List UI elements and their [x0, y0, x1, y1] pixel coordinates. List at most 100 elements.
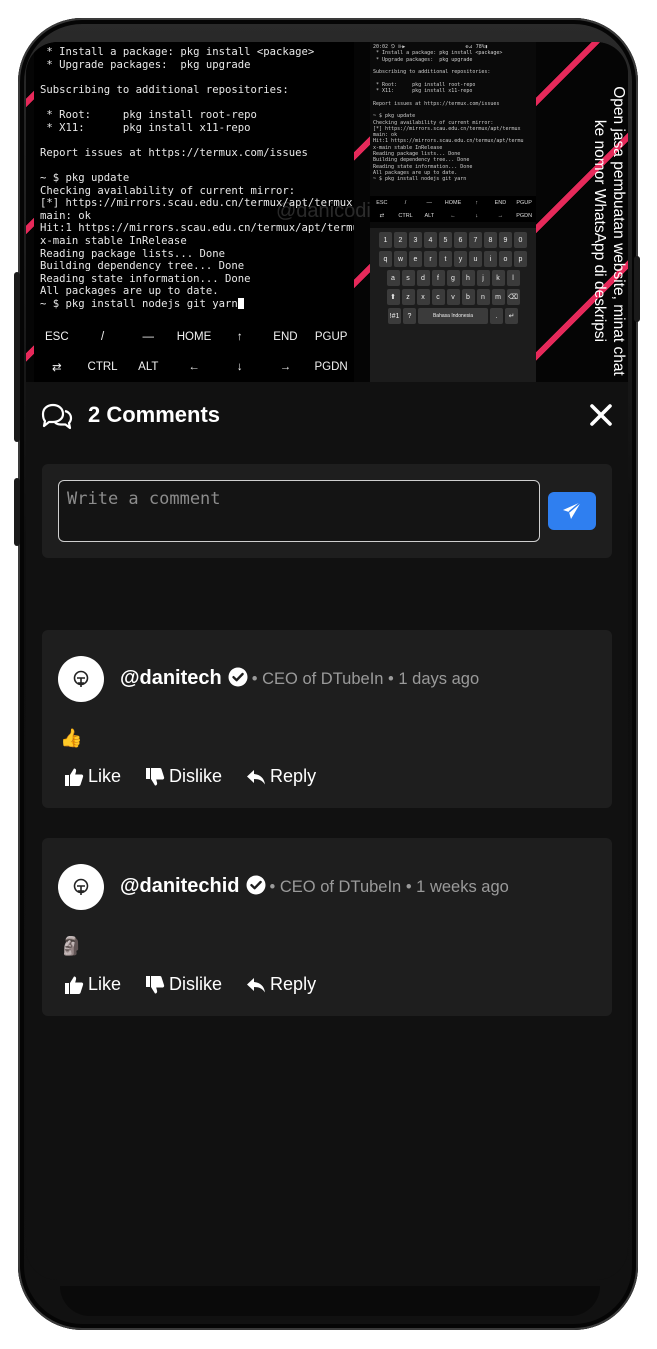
dtube-logo-icon — [73, 670, 89, 687]
reply-icon — [247, 977, 266, 992]
comment-input[interactable] — [58, 480, 540, 542]
dislike-label: Dislike — [169, 974, 223, 994]
keyboard-row: qwertyuiop — [373, 251, 533, 267]
extra-key: HOME — [176, 331, 212, 343]
like-button[interactable]: Like — [64, 766, 121, 787]
keyboard-key: ⬆ — [386, 289, 400, 305]
extra-key: / — [100, 331, 105, 343]
keyboard-row: asdfghjkl — [373, 270, 533, 286]
extra-key: ↑ — [475, 199, 479, 206]
thumbs-down-icon — [146, 767, 165, 785]
keyboard-key: q — [379, 251, 392, 267]
comments-header: 2 Comments — [26, 382, 628, 446]
thumbs-up-icon — [65, 768, 84, 786]
verified-icon — [246, 875, 266, 895]
like-label: Like — [88, 974, 122, 994]
keyboard-key: 9 — [499, 232, 512, 248]
extra-key: ↓ — [475, 212, 479, 219]
reply-label: Reply — [270, 974, 317, 994]
phone-side-button — [14, 478, 20, 546]
extra-key: ← — [188, 361, 200, 373]
comment-compose — [42, 464, 612, 558]
thumbs-up-icon — [65, 976, 84, 994]
comment-card: @danitechid • CEO of DTubeIn • 1 weeks ag… — [42, 838, 612, 1016]
terminal-line: * Upgrade packages: pkg upgrade — [40, 58, 251, 71]
comment-username[interactable]: @danitech — [120, 667, 222, 689]
keyboard-key: b — [461, 289, 475, 305]
keyboard-key: 3 — [409, 232, 422, 248]
avatar[interactable] — [58, 656, 104, 702]
terminal-cursor — [237, 297, 244, 309]
keyboard-key: l — [506, 270, 520, 286]
keyboard-key: i — [484, 251, 497, 267]
dislike-label: Dislike — [169, 766, 223, 786]
keyboard-key: e — [409, 251, 422, 267]
reply-label: Reply — [270, 766, 317, 786]
comment-meta: • CEO of DTubeIn • 1 days ago — [251, 670, 480, 688]
avatar[interactable] — [58, 864, 104, 910]
keyboard-key: y — [454, 251, 467, 267]
keyboard-key: a — [386, 270, 400, 286]
comments-icon — [41, 403, 73, 430]
comment-card: @danitech • CEO of DTubeIn • 1 days ago 👍… — [42, 630, 612, 808]
keyboard-key: j — [476, 270, 490, 286]
terminal-line: x-main stable InRelease — [40, 234, 187, 247]
keyboard-key: v — [446, 289, 460, 305]
terminal-line: Report issues at https://termux.com/issu… — [40, 146, 308, 159]
keyboard-key: z — [401, 289, 415, 305]
terminal-line: Reading state information... Done — [40, 272, 251, 285]
extra-key: → — [279, 361, 292, 373]
comment-username[interactable]: @danitechid — [120, 875, 240, 897]
extra-key: PGDN — [516, 212, 533, 219]
terminal-extra-keys: ESC / — HOME ↑ END PGUP ⇄ CTRL ALT ← ↓ → PGDN — [34, 322, 354, 382]
extra-key: ⇄ — [52, 362, 62, 374]
extra-key: END — [273, 331, 298, 343]
verified-icon — [228, 667, 248, 687]
terminal-line: Checking availability of current mirror: — [40, 184, 296, 197]
extra-key: END — [494, 199, 507, 206]
dislike-button[interactable]: Dislike — [145, 974, 222, 995]
phone-chin — [60, 1286, 600, 1316]
keyboard-key: 7 — [469, 232, 482, 248]
reply-button[interactable]: Reply — [246, 766, 316, 787]
extra-key: ALT — [138, 361, 159, 373]
terminal-line: Hit:1 https://mirrors.scau.edu.cn/termux… — [373, 138, 524, 145]
extra-key: — — [142, 331, 155, 343]
extra-key: ALT — [424, 212, 435, 219]
comment-actions: Like Dislike Reply — [64, 766, 316, 787]
comments-panel: 2 Comments @danitech• CEO — [26, 382, 628, 1280]
extra-key: ESC — [45, 331, 69, 343]
keyboard-key: g — [446, 270, 460, 286]
extra-key: CTRL — [87, 361, 118, 373]
dislike-button[interactable]: Dislike — [145, 766, 222, 787]
keyboard-key: t — [439, 251, 452, 267]
keyboard-key: h — [461, 270, 475, 286]
phone-side-button — [14, 272, 20, 442]
phone-power-button — [634, 256, 640, 322]
reply-button[interactable]: Reply — [246, 974, 316, 995]
phone-screen: * Install a package: pkg install <packag… — [26, 42, 628, 1280]
keyboard-key: 5 — [439, 232, 452, 248]
keyboard-key: 4 — [424, 232, 437, 248]
terminal-line: Building dependency tree... Done — [40, 260, 245, 273]
keyboard-key: . — [490, 308, 503, 324]
keyboard-key: x — [416, 289, 430, 305]
terminal-line: * Root: pkg install root-repo — [40, 108, 257, 121]
send-button[interactable] — [548, 492, 596, 530]
like-button[interactable]: Like — [64, 974, 121, 995]
watermark: @danicodin — [276, 200, 382, 222]
close-icon[interactable] — [588, 402, 614, 428]
keyboard-key: p — [514, 251, 527, 267]
thumbs-down-icon — [146, 975, 165, 993]
keyboard-key: w — [394, 251, 407, 267]
terminal-line: * X11: pkg install x11-repo — [40, 121, 251, 134]
like-label: Like — [88, 766, 122, 786]
video-thumbnail[interactable]: * Install a package: pkg install <packag… — [26, 42, 628, 382]
terminal-line: Subscribing to additional repositories: — [40, 83, 289, 96]
extra-key: ← — [450, 212, 456, 219]
extra-key: ↑ — [236, 331, 243, 343]
extra-key: CTRL — [398, 212, 413, 219]
extra-key: / — [404, 199, 407, 206]
keyboard-key: c — [431, 289, 445, 305]
